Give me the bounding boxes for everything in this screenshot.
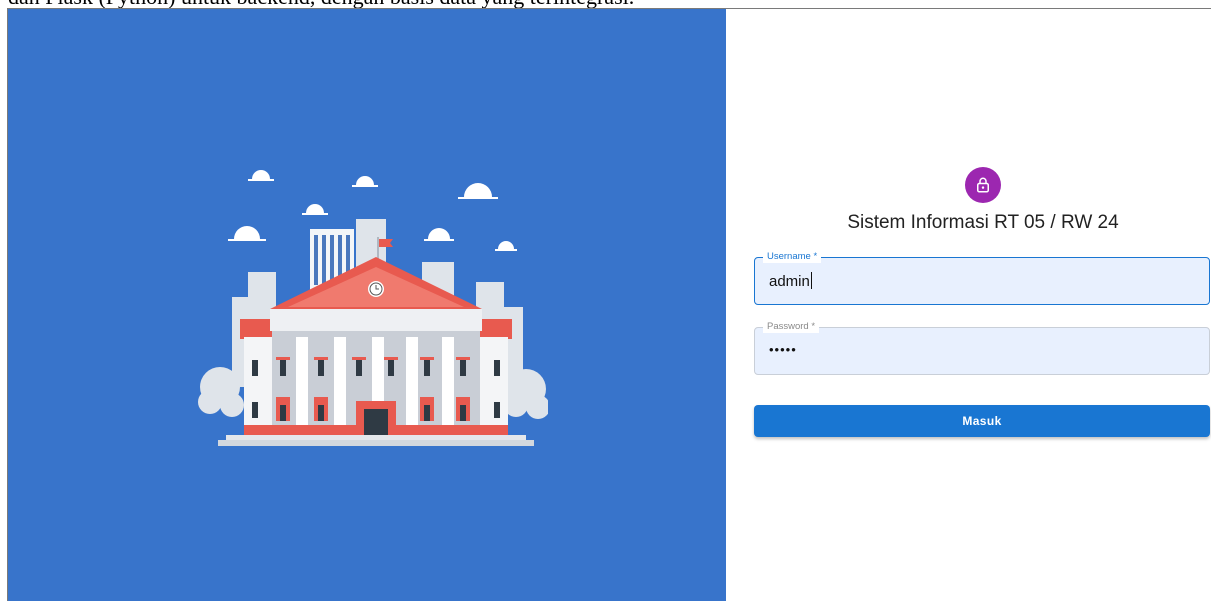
username-input[interactable]: admin: [769, 272, 812, 292]
illustration-panel: [8, 9, 726, 601]
document-caption: dan Flask (Python) untuk backend, dengan…: [8, 0, 1208, 8]
login-panel: [726, 9, 1211, 601]
username-value: admin: [769, 273, 810, 290]
lock-icon: [977, 177, 989, 193]
password-input[interactable]: •••••: [769, 340, 797, 360]
login-button[interactable]: Masuk: [754, 405, 1210, 437]
government-building-illustration: [198, 170, 548, 446]
username-field[interactable]: Username * admin: [754, 251, 1210, 305]
password-field[interactable]: Password * •••••: [754, 321, 1210, 375]
page-title: Sistem Informasi RT 05 / RW 24: [847, 212, 1119, 233]
text-caret: [810, 272, 812, 289]
password-label: Password *: [763, 321, 820, 333]
username-label: Username *: [763, 251, 822, 263]
lock-avatar: [965, 167, 1001, 203]
